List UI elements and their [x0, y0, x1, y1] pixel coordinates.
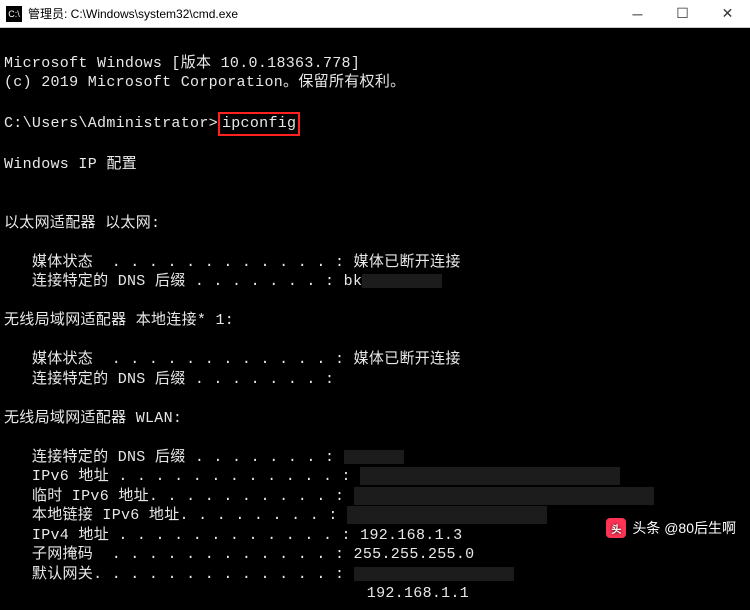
link-local-ipv6-label: 本地链接 IPv6 地址. . . . . . . . :	[4, 507, 347, 524]
version-line: Microsoft Windows [版本 10.0.18363.778]	[4, 55, 360, 72]
window-controls: ─ ☐ ✕	[615, 0, 750, 27]
maximize-button[interactable]: ☐	[660, 0, 705, 27]
adapter-wlan-header: 无线局域网适配器 WLAN:	[4, 410, 182, 427]
dns-suffix-label: 连接特定的 DNS 后缀 . . . . . . . :	[4, 273, 344, 290]
close-button[interactable]: ✕	[705, 0, 750, 27]
copyright-line: (c) 2019 Microsoft Corporation。保留所有权利。	[4, 74, 405, 91]
media-state-value: 媒体已断开连接	[354, 254, 461, 271]
command-highlight: ipconfig	[218, 112, 300, 136]
redacted-block	[354, 487, 654, 505]
redacted-block	[347, 506, 547, 524]
media-state-label: 媒体状态 . . . . . . . . . . . . :	[4, 351, 354, 368]
adapter-wlan-local-header: 无线局域网适配器 本地连接* 1:	[4, 312, 234, 329]
subnet-label: 子网掩码 . . . . . . . . . . . . :	[4, 546, 354, 563]
media-state-value: 媒体已断开连接	[354, 351, 461, 368]
cmd-icon: C:\	[6, 6, 22, 22]
redacted-block	[360, 467, 620, 485]
dns-suffix-label: 连接特定的 DNS 后缀 . . . . . . . :	[4, 371, 344, 388]
redacted-block	[362, 274, 442, 288]
redacted-block	[344, 450, 404, 464]
watermark: 头 头条 @80后生啊	[606, 518, 736, 538]
gateway-label: 默认网关. . . . . . . . . . . . . :	[4, 566, 354, 583]
media-state-label: 媒体状态 . . . . . . . . . . . . :	[4, 254, 354, 271]
prompt-text: C:\Users\Administrator>	[4, 115, 218, 132]
ipv6-label: IPv6 地址 . . . . . . . . . . . . :	[4, 468, 360, 485]
dns-suffix-value: bk	[344, 273, 363, 290]
temp-ipv6-label: 临时 IPv6 地址. . . . . . . . . . :	[4, 488, 354, 505]
ipv4-value: 192.168.1.3	[360, 527, 462, 544]
watermark-badge-icon: 头	[606, 518, 626, 538]
ipv4-label: IPv4 地址 . . . . . . . . . . . . :	[4, 527, 360, 544]
redacted-block	[354, 567, 514, 581]
subnet-value: 255.255.255.0	[354, 546, 475, 563]
ipconfig-title: Windows IP 配置	[4, 156, 137, 173]
window-titlebar: C:\ 管理员: C:\Windows\system32\cmd.exe ─ ☐…	[0, 0, 750, 28]
minimize-button[interactable]: ─	[615, 0, 660, 27]
watermark-user: @80后生啊	[664, 518, 736, 538]
adapter-ethernet-header: 以太网适配器 以太网:	[4, 215, 160, 232]
window-title: 管理员: C:\Windows\system32\cmd.exe	[28, 5, 615, 22]
gateway-value: 192.168.1.1	[367, 585, 469, 602]
dns-suffix-label: 连接特定的 DNS 后缀 . . . . . . . :	[4, 449, 344, 466]
watermark-label: 头条	[632, 518, 660, 538]
